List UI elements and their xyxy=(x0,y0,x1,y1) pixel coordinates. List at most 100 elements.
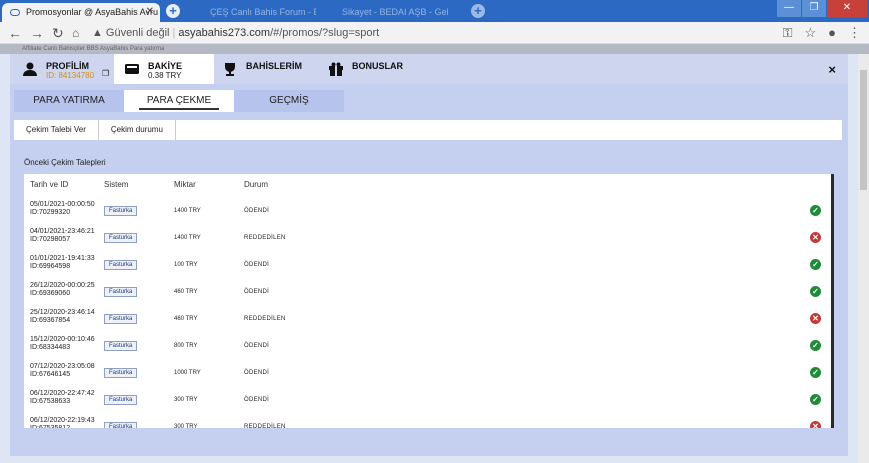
copy-icon[interactable]: ❐ xyxy=(102,69,109,78)
row-date: 06/12/2020-22:19:43 xyxy=(30,417,95,424)
site-favicon-icon xyxy=(10,9,20,16)
row-system-badge[interactable]: Fasturka xyxy=(104,368,138,378)
modal-close-icon[interactable]: × xyxy=(828,62,836,77)
row-id: ID:70298057 xyxy=(30,236,71,243)
table-row: 15/12/2020-00:10:46 ID:68334483 Fasturka 80… xyxy=(24,333,824,361)
row-date: 06/12/2020-22:47:42 xyxy=(30,390,95,397)
row-status: ÖDENDİ xyxy=(244,397,270,403)
minimize-icon[interactable]: — xyxy=(777,0,801,17)
table-row: 06/12/2020-22:47:42 ID:67538633 Fasturka 30… xyxy=(24,387,824,415)
scrollbar-thumb[interactable] xyxy=(860,70,867,190)
bonus-label: BONUSLAR xyxy=(352,61,403,71)
row-system-badge[interactable]: Fasturka xyxy=(104,287,138,297)
withdrawal-table: Tarih ve ID Sistem Miktar Durum 05/01/20… xyxy=(24,174,834,428)
row-status: ÖDENDİ xyxy=(244,343,270,349)
home-icon[interactable]: ⌂ xyxy=(72,25,79,41)
row-system-badge[interactable]: Fasturka xyxy=(104,314,138,324)
row-system-badge[interactable]: Fasturka xyxy=(104,206,138,216)
row-date: 01/01/2021-19:41:33 xyxy=(30,255,95,262)
col-status: Durum xyxy=(244,180,269,189)
toolbar-right: ⚿ ☆ ● ⋮ xyxy=(783,25,861,41)
row-date-id: 06/12/2020-22:47:42 ID:67538633 xyxy=(30,390,95,406)
row-status: ÖDENDİ xyxy=(244,262,270,268)
row-id: ID:67535812 xyxy=(30,425,70,428)
tab-close-icon[interactable]: ✕ xyxy=(146,6,154,17)
key-icon[interactable]: ⚿ xyxy=(783,25,793,41)
row-status: ÖDENDİ xyxy=(244,208,270,214)
col-amount: Miktar xyxy=(174,180,196,189)
tab-profile[interactable]: PROFİLİM ID: 84134780 ❐ xyxy=(22,54,122,84)
bookmark-star-icon[interactable]: ☆ xyxy=(804,25,816,41)
account-icon[interactable]: ● xyxy=(828,25,836,41)
subtab-withdraw[interactable]: PARA ÇEKME xyxy=(124,90,234,112)
browser-tab-title-1: ÇEŞ Canlı Bahis Forum - Bahis... xyxy=(210,7,316,17)
row-system-badge[interactable]: Fasturka xyxy=(104,260,138,270)
table-scrollbar[interactable] xyxy=(831,174,834,428)
new-tab-button-2[interactable]: + xyxy=(471,4,485,18)
withdraw-action-bar: Çekim Talebi Ver Çekim durumu xyxy=(14,120,842,140)
x-circle-icon: ✕ xyxy=(810,421,821,428)
bookmarks-bar: Affiliate Canlı Bahisçiler BBS AsyaBahis… xyxy=(0,44,869,54)
url-path: /#/promos/?slug=sport xyxy=(270,27,380,39)
row-status: REDDEDİLEN xyxy=(244,235,286,241)
check-circle-icon: ✓ xyxy=(810,205,821,216)
maximize-icon[interactable]: ❐ xyxy=(802,0,826,17)
browser-tab-title-2: Sikayet - BEDAI AŞB - Gelinme xyxy=(342,7,448,17)
reload-icon[interactable]: ↻ xyxy=(52,25,64,41)
table-row: 25/12/2020-23:46:14 ID:69367854 Fasturka 46… xyxy=(24,306,824,334)
row-date: 26/12/2020-00:00:25 xyxy=(30,282,95,289)
subtab-history[interactable]: GEÇMİŞ xyxy=(234,90,344,112)
row-system-badge[interactable]: Fasturka xyxy=(104,341,138,351)
table-row: 04/01/2021-23:46:21 ID:70298057 Fasturka 14… xyxy=(24,225,824,253)
balance-label: BAKİYE xyxy=(148,61,183,71)
security-label: Güvenli değil xyxy=(105,27,170,39)
col-system: Sistem xyxy=(104,180,129,189)
table-row: 05/01/2021-00:00:50 ID:70299320 Fasturka 14… xyxy=(24,198,824,226)
row-id: ID:69369060 xyxy=(30,290,71,297)
row-date: 07/12/2020-23:05:08 xyxy=(30,363,95,370)
row-date-id: 15/12/2020-00:10:46 ID:68334483 xyxy=(30,336,95,352)
back-icon[interactable]: ← xyxy=(8,25,22,41)
row-amount: 460 TRY xyxy=(174,289,198,295)
tab-my-bets[interactable]: BAHİSLERİM xyxy=(222,54,322,84)
row-system-badge[interactable]: Fasturka xyxy=(104,395,138,405)
page-scrollbar[interactable] xyxy=(858,54,869,463)
withdraw-panel: PARA YATIRMA PARA ÇEKME GEÇMİŞ Çekim Tal… xyxy=(10,84,848,456)
tab-bonuses[interactable]: BONUSLAR xyxy=(328,54,428,84)
active-underline xyxy=(139,108,219,110)
menu-dots-icon[interactable]: ⋮ xyxy=(848,25,861,41)
balance-value: 0.38 TRY xyxy=(148,71,182,80)
row-date-id: 07/12/2020-23:05:08 ID:67646145 xyxy=(30,363,95,379)
new-tab-button[interactable]: + xyxy=(166,4,180,18)
subtab-deposit-label: PARA YATIRMA xyxy=(33,95,105,106)
browser-tab-inactive-1[interactable]: ÇEŞ Canlı Bahis Forum - Bahis... xyxy=(186,3,316,22)
check-circle-icon: ✓ xyxy=(810,286,821,297)
window-controls: — ❐ ✕ xyxy=(776,0,867,17)
url-separator: | xyxy=(172,27,176,39)
row-date-id: 05/01/2021-00:00:50 ID:70299320 xyxy=(30,201,95,217)
row-amount: 1400 TRY xyxy=(174,235,201,241)
withdrawal-status-button[interactable]: Çekim durumu xyxy=(99,120,176,140)
row-amount: 1400 TRY xyxy=(174,208,201,214)
check-circle-icon: ✓ xyxy=(810,367,821,378)
section-title: Önceki Çekim Talepleri xyxy=(24,158,106,167)
browser-tab-active[interactable]: Promosyonlar @ AsyaBahis Avru ✕ xyxy=(2,3,160,22)
url-field[interactable]: ▲ Güvenli değil | asyabahis273.com/#/promos… xyxy=(92,24,772,42)
row-system-badge[interactable]: Fasturka xyxy=(104,233,138,243)
row-amount: 800 TRY xyxy=(174,343,198,349)
row-id: ID:69367854 xyxy=(30,317,71,324)
row-id: ID:69964598 xyxy=(30,263,71,270)
table-row: 01/01/2021-19:41:33 ID:69964598 Fasturka 10… xyxy=(24,252,824,280)
row-date-id: 26/12/2020-00:00:25 ID:69369060 xyxy=(30,282,95,298)
x-circle-icon: ✕ xyxy=(810,232,821,243)
row-date: 15/12/2020-00:10:46 xyxy=(30,336,95,343)
forward-icon[interactable]: → xyxy=(30,25,44,41)
window-close-icon[interactable]: ✕ xyxy=(827,0,867,17)
request-withdrawal-button[interactable]: Çekim Talebi Ver xyxy=(14,120,99,140)
row-status: REDDEDİLEN xyxy=(244,316,286,322)
browser-tab-inactive-2[interactable]: Sikayet - BEDAI AŞB - Gelinme xyxy=(318,3,448,22)
row-system-badge[interactable]: Fasturka xyxy=(104,422,138,428)
table-row: 06/12/2020-22:19:43ID:67535812 Fasturka 30… xyxy=(24,414,824,428)
subtab-deposit[interactable]: PARA YATIRMA xyxy=(14,90,124,112)
tab-balance[interactable]: BAKİYE 0.38 TRY xyxy=(114,54,214,84)
